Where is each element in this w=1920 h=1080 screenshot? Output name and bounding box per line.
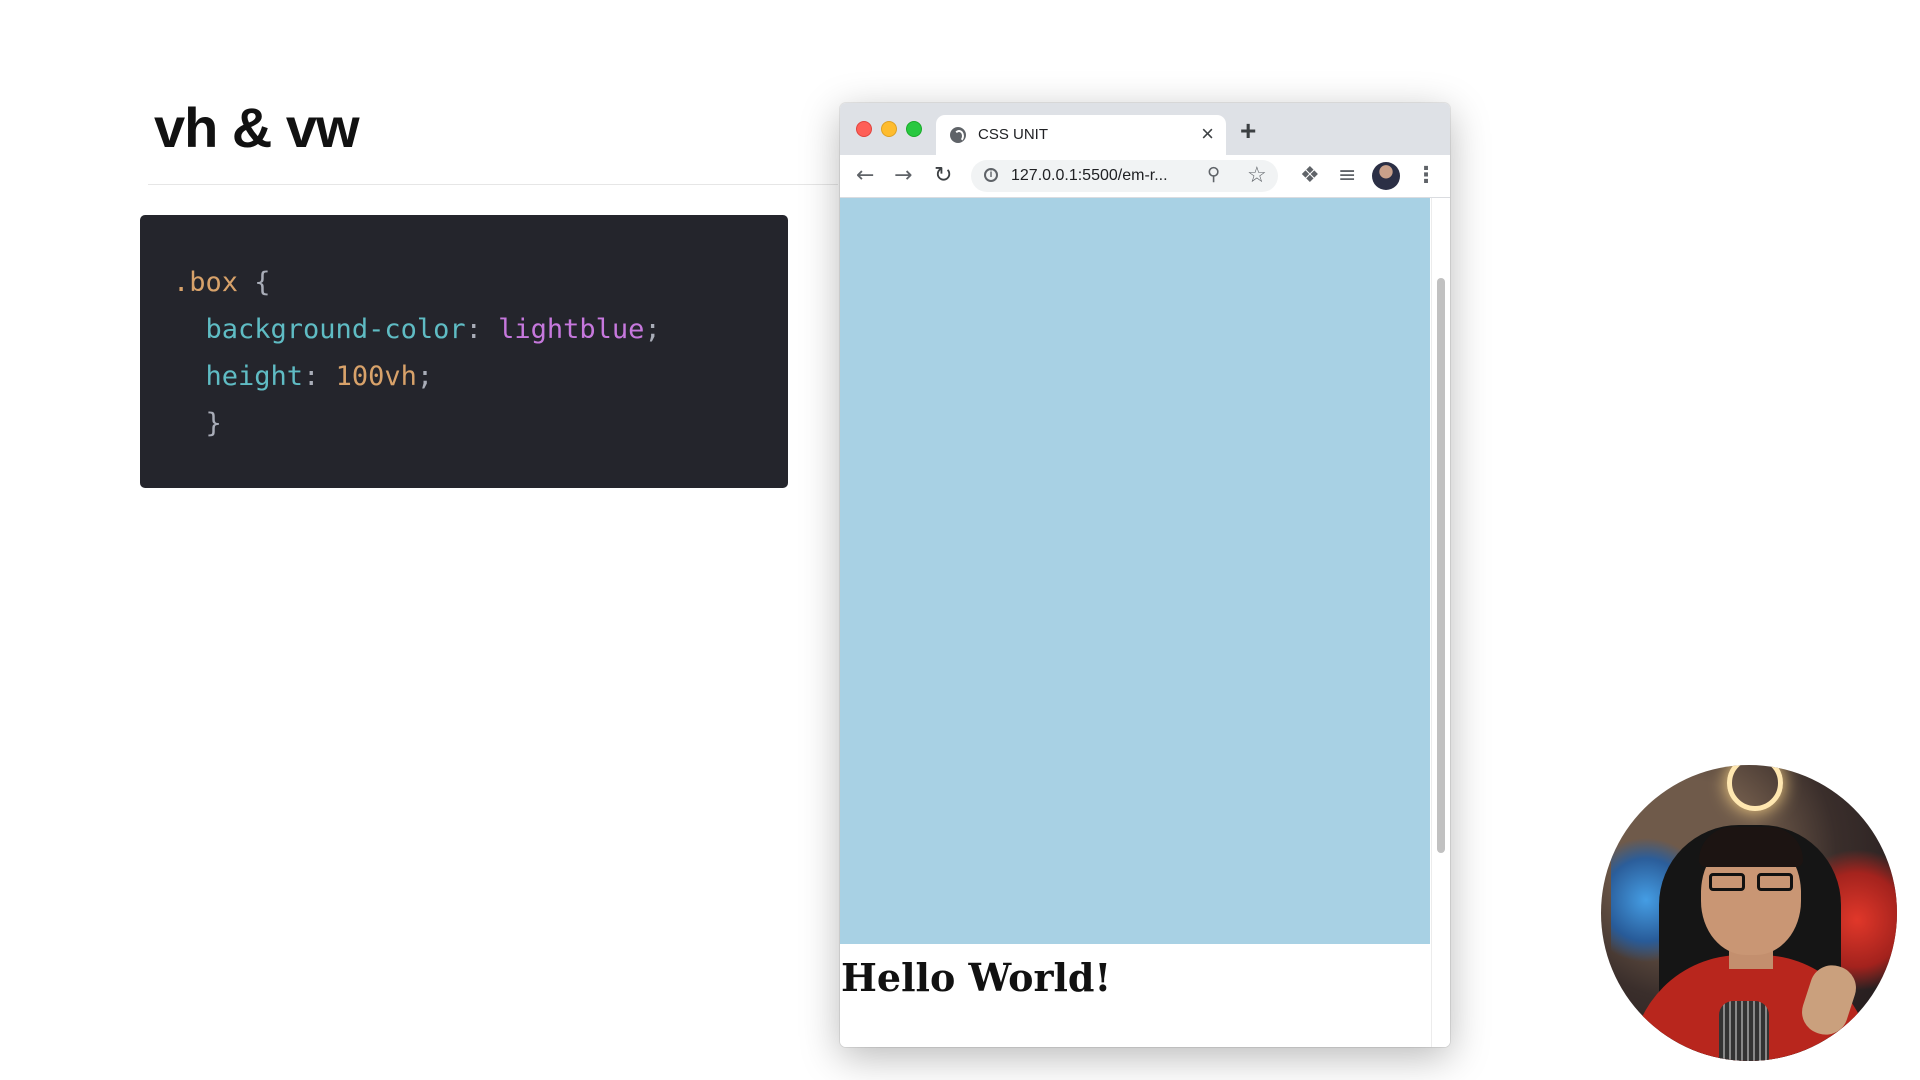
info-icon[interactable]: i xyxy=(984,168,998,182)
scrollbar-thumb[interactable] xyxy=(1437,278,1445,853)
forward-arrow-icon[interactable]: → xyxy=(894,164,912,188)
profile-avatar[interactable] xyxy=(1372,162,1400,190)
page-viewport: Hello World! xyxy=(840,198,1450,1047)
browser-toolbar: ← → ↻ i 127.0.0.1:5500/em-r... ⚲ ☆ ❖ ≡ ⋮ xyxy=(840,155,1450,198)
title-divider xyxy=(148,184,838,185)
media-queue-icon[interactable]: ≡ xyxy=(1338,164,1356,188)
menu-kebab-icon[interactable]: ⋮ xyxy=(1415,164,1437,188)
address-bar[interactable]: i 127.0.0.1:5500/em-r... ⚲ ☆ xyxy=(971,160,1278,192)
hello-world-heading: Hello World! xyxy=(841,955,1112,1000)
microphone xyxy=(1719,1001,1769,1061)
tab-close-icon[interactable]: × xyxy=(1201,122,1214,146)
browser-window: CSS UNIT × + ← → ↻ i 127.0.0.1:5500/em-r… xyxy=(840,103,1450,1047)
code-line-background: background-color: lightblue; xyxy=(205,314,661,345)
window-close-button[interactable] xyxy=(856,121,872,137)
url-text[interactable]: 127.0.0.1:5500/em-r... xyxy=(1011,167,1168,185)
new-tab-button[interactable]: + xyxy=(1240,117,1256,145)
code-line-selector: .box { xyxy=(173,267,271,298)
extensions-puzzle-icon[interactable]: ❖ xyxy=(1300,164,1320,188)
window-maximize-button[interactable] xyxy=(906,121,922,137)
zoom-icon[interactable]: ⚲ xyxy=(1207,164,1220,185)
code-line-height: height: 100vh; xyxy=(205,361,434,392)
tab-title: CSS UNIT xyxy=(978,126,1049,143)
tab-css-unit[interactable]: CSS UNIT × xyxy=(936,115,1226,155)
tab-strip: CSS UNIT × + xyxy=(840,103,1450,155)
ring-light xyxy=(1727,765,1783,811)
presenter-hair xyxy=(1699,827,1803,867)
globe-icon xyxy=(950,127,966,143)
bookmark-star-icon[interactable]: ☆ xyxy=(1247,162,1267,188)
back-arrow-icon[interactable]: ← xyxy=(856,164,874,188)
code-line-close: } xyxy=(205,408,222,439)
window-minimize-button[interactable] xyxy=(881,121,897,137)
glasses xyxy=(1707,873,1795,893)
lightblue-box xyxy=(840,198,1430,944)
reload-icon[interactable]: ↻ xyxy=(934,164,952,188)
vertical-scrollbar[interactable] xyxy=(1431,198,1450,1047)
code-block: .box { background-color: lightblue; heig… xyxy=(140,215,788,488)
webcam-presenter xyxy=(1601,765,1897,1061)
slide-title: vh & vw xyxy=(154,96,360,159)
